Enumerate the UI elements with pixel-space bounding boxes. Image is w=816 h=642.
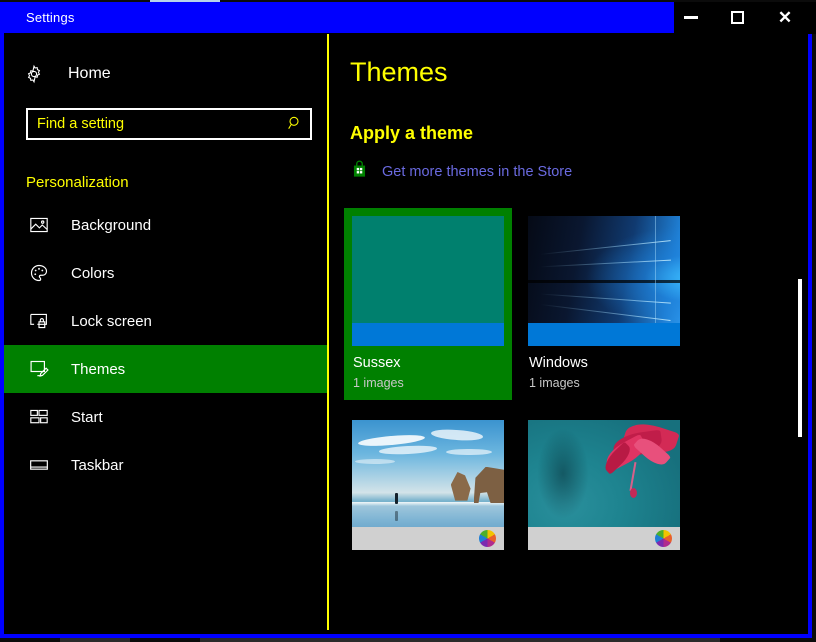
sidebar-item-background-label: Background bbox=[71, 216, 152, 234]
vertical-scrollbar[interactable] bbox=[794, 34, 806, 630]
theme-tile-flower[interactable] bbox=[520, 412, 688, 560]
theme-thumbnail bbox=[528, 216, 680, 346]
sidebar-section-label: Personalization bbox=[26, 174, 129, 191]
search-input[interactable] bbox=[28, 116, 280, 132]
get-more-themes-link[interactable]: Get more themes in the Store bbox=[350, 160, 572, 184]
page-title: Themes bbox=[350, 57, 448, 87]
sidebar-item-taskbar[interactable]: Taskbar bbox=[4, 441, 327, 489]
window-content: Home Personalization bbox=[4, 34, 808, 630]
themes-icon bbox=[29, 359, 57, 379]
theme-tile-sussex[interactable]: Sussex 1 images bbox=[344, 208, 512, 400]
sidebar-item-home[interactable]: Home bbox=[4, 54, 327, 94]
theme-grid: Sussex 1 images Windows 1 images bbox=[344, 208, 694, 572]
theme-thumbnail bbox=[528, 420, 680, 550]
close-button[interactable]: ✕ bbox=[762, 2, 808, 33]
theme-thumbnail bbox=[352, 216, 504, 346]
picture-icon bbox=[29, 216, 57, 234]
search-button[interactable] bbox=[280, 110, 310, 138]
desktop: Settings ✕ Home Find a setting Personali… bbox=[0, 0, 816, 642]
theme-tile-windows[interactable]: Windows 1 images bbox=[520, 208, 688, 400]
store-bag-icon bbox=[350, 160, 369, 184]
sidebar-item-themes[interactable]: Themes bbox=[4, 345, 327, 393]
search-box[interactable] bbox=[26, 108, 312, 140]
main-panel: Themes Apply a theme Get more themes in … bbox=[329, 34, 808, 630]
sidebar-nav-list: Background Colors Lock screen Themes Sta… bbox=[4, 201, 327, 489]
color-wheel-icon bbox=[479, 530, 496, 547]
sidebar-item-taskbar-label: Taskbar bbox=[71, 456, 124, 474]
desktop-taskbar bbox=[0, 638, 816, 642]
taskbar-item bbox=[60, 638, 130, 642]
sidebar-item-colors-label: Colors bbox=[71, 264, 115, 282]
close-icon: ✕ bbox=[777, 8, 793, 27]
settings-window: Settings ✕ Home Find a setting Personali… bbox=[0, 2, 816, 638]
minimize-button[interactable] bbox=[668, 2, 714, 33]
theme-thumbnail bbox=[352, 420, 504, 550]
start-tiles-icon bbox=[29, 408, 57, 426]
app-title: Settings bbox=[26, 10, 75, 25]
theme-image-count: 1 images bbox=[353, 376, 404, 390]
title-bar-drag-region[interactable] bbox=[4, 2, 674, 33]
color-wheel-icon bbox=[655, 530, 672, 547]
sidebar-item-start-label: Start bbox=[71, 408, 103, 426]
theme-tile-beach[interactable] bbox=[344, 412, 512, 560]
sidebar-item-lock-screen[interactable]: Lock screen bbox=[4, 297, 327, 345]
theme-grid-row: Sussex 1 images Windows 1 images bbox=[344, 208, 694, 412]
minimize-icon bbox=[684, 16, 698, 19]
sidebar-item-start[interactable]: Start bbox=[4, 393, 327, 441]
title-bar: Settings ✕ bbox=[4, 2, 816, 34]
thumbnail-taskbar-strip bbox=[352, 323, 504, 346]
theme-name: Sussex bbox=[353, 355, 401, 371]
theme-name: Windows bbox=[529, 355, 588, 371]
apply-a-theme-heading: Apply a theme bbox=[350, 123, 474, 143]
lock-screen-icon bbox=[29, 312, 57, 330]
sidebar-item-background[interactable]: Background bbox=[4, 201, 327, 249]
gear-icon bbox=[24, 64, 54, 84]
sidebar: Home Personalization bbox=[4, 34, 329, 630]
palette-icon bbox=[29, 263, 57, 283]
sidebar-item-lock-screen-label: Lock screen bbox=[71, 312, 152, 330]
taskbar-icon bbox=[29, 458, 57, 472]
sidebar-item-themes-label: Themes bbox=[71, 360, 126, 378]
theme-grid-row bbox=[344, 412, 694, 572]
theme-image-count: 1 images bbox=[529, 376, 580, 390]
maximize-icon bbox=[730, 11, 744, 24]
thumbnail-taskbar-strip bbox=[528, 323, 680, 346]
scrollbar-thumb[interactable] bbox=[798, 279, 802, 437]
search-icon bbox=[287, 115, 303, 134]
sidebar-item-home-label: Home bbox=[68, 65, 111, 82]
get-more-themes-link-label: Get more themes in the Store bbox=[382, 164, 573, 180]
sidebar-item-colors[interactable]: Colors bbox=[4, 249, 327, 297]
taskbar-item bbox=[200, 638, 720, 642]
maximize-button[interactable] bbox=[714, 2, 760, 33]
